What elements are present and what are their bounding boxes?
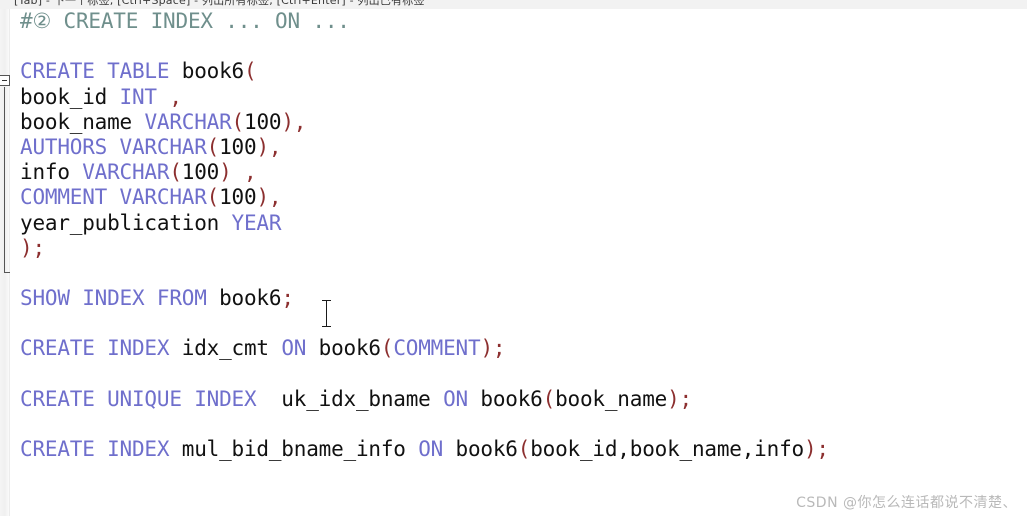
code-token: ON [281,336,307,361]
code-content[interactable]: #② CREATE INDEX ... ON ... CREATE TABLE … [9,9,1027,516]
code-token: COMMENT VARCHAR [20,185,207,210]
code-token: AUTHORS VARCHAR [20,134,207,159]
code-token: year_publication [20,210,232,235]
code-token: 100 [219,185,257,210]
code-token: YEAR [231,210,282,235]
code-line[interactable] [9,34,1027,59]
code-line[interactable] [9,362,1027,387]
autocomplete-hint-text: [Tab] - 下一个标签, [Ctrl+Space] - 列出所有标签, [C… [14,0,425,7]
code-line[interactable] [9,311,1027,336]
code-token: ( [243,59,257,84]
code-token: ), [281,109,307,134]
code-line[interactable]: COMMENT VARCHAR(100), [9,185,1027,210]
sql-editor-window: [Tab] - 下一个标签, [Ctrl+Space] - 列出所有标签, [C… [0,0,1027,516]
code-token: SHOW INDEX FROM [20,286,220,311]
code-token: ( [542,386,556,411]
code-token: INT [119,84,158,109]
code-token: book6 [467,386,543,411]
code-line[interactable]: year_publication YEAR [9,211,1027,236]
code-token: ) [219,160,232,185]
code-token: ( [169,160,182,185]
code-line[interactable] [9,261,1027,286]
code-token: 100 [181,160,220,185]
code-line[interactable]: AUTHORS VARCHAR(100), [9,135,1027,160]
code-token: ), [256,134,282,159]
code-line[interactable]: SHOW INDEX FROM book6; [9,286,1027,311]
code-token: 100 [244,109,282,134]
code-line[interactable]: CREATE UNIQUE INDEX uk_idx_bname ON book… [9,387,1027,412]
code-token: ); [803,437,829,462]
code-editor[interactable]: #② CREATE INDEX ... ON ... CREATE TABLE … [0,9,1027,516]
code-token: ( [231,109,245,134]
code-line[interactable]: book_name VARCHAR(100), [9,110,1027,135]
code-token: book_name [555,386,668,411]
code-token: , [169,84,182,109]
code-line[interactable]: CREATE TABLE book6( [9,59,1027,84]
code-line[interactable]: CREATE INDEX idx_cmt ON book6(COMMENT); [9,336,1027,361]
text-mouse-cursor [322,299,331,329]
code-token: ), [256,185,282,210]
code-token: ); [20,235,45,260]
code-token: , [244,160,257,185]
code-token: ); [667,386,692,411]
code-token: ; [281,286,294,311]
code-token: CREATE UNIQUE INDEX [20,386,257,411]
code-token: ON [418,437,444,462]
code-line[interactable]: book_id INT , [9,85,1027,110]
code-token: 100 [219,134,257,159]
code-token: uk_idx_bname [256,386,444,411]
code-token: CREATE INDEX [20,437,182,462]
code-token: mul_bid_bname_info [181,437,419,462]
code-token: book6 [306,336,381,361]
code-token: idx_cmt [181,336,282,361]
code-token: ( [517,437,531,462]
code-token: ON [443,386,468,411]
code-token: COMMENT [393,336,481,361]
code-line[interactable]: info VARCHAR(100) , [9,160,1027,185]
code-token: ( [380,336,394,361]
code-token: book_id,book_name,info [530,437,804,462]
code-token: book_id [20,84,120,109]
code-line[interactable] [9,412,1027,437]
code-fold-guide-line [4,87,5,273]
code-token: #② CREATE INDEX ... ON ... [20,9,350,33]
code-token: book_name [20,109,145,134]
code-token: book6 [181,59,244,84]
code-token: ( [206,185,220,210]
code-line[interactable]: ); [9,236,1027,261]
code-token: book6 [443,437,518,462]
code-token: info [20,160,83,185]
code-token: CREATE TABLE [20,59,182,84]
code-token: ( [206,134,220,159]
code-token: ); [480,336,506,361]
code-token: CREATE INDEX [20,336,182,361]
code-token: book6 [219,286,282,311]
code-line[interactable]: CREATE INDEX mul_bid_bname_info ON book6… [9,437,1027,462]
code-line[interactable]: #② CREATE INDEX ... ON ... [9,9,1027,34]
code-token: VARCHAR [144,109,232,134]
code-token: VARCHAR [82,160,170,185]
